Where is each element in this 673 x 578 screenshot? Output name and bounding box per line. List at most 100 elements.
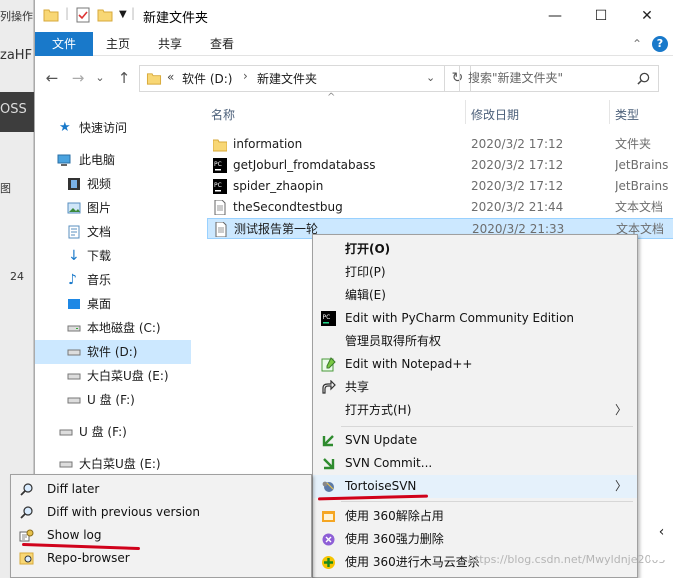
column-header-date[interactable]: 修改日期 — [471, 106, 519, 123]
help-icon[interactable]: ? — [652, 36, 668, 52]
usb-drive-icon — [59, 461, 73, 468]
file-type: 文件夹 — [615, 137, 652, 151]
menu-item-360-force-delete[interactable]: 使用 360强力删除 — [313, 528, 637, 551]
file-type: JetBrains — [615, 179, 669, 193]
bg-fragment: zaHF — [0, 48, 33, 63]
nav-label: 此电脑 — [79, 153, 116, 167]
submenu-item-diff-previous[interactable]: Diff with previous version — [11, 501, 311, 524]
pycharm-icon: PC — [321, 311, 336, 326]
usb-drive-icon — [59, 429, 73, 436]
menu-label: 打开方式(H) — [345, 403, 412, 417]
nav-desktop[interactable]: 桌面 — [35, 292, 191, 316]
menu-label: 打印(P) — [345, 265, 386, 279]
submenu-item-diff-later[interactable]: Diff later — [11, 478, 311, 501]
file-date: 2020/3/2 17:12 — [471, 137, 564, 151]
search-icon — [637, 72, 650, 85]
maximize-button[interactable]: ☐ — [578, 0, 624, 32]
nav-pictures[interactable]: 图片 — [35, 196, 191, 220]
menu-label: 管理员取得所有权 — [345, 334, 442, 348]
breadcrumb-drive[interactable]: 软件 (D:) — [182, 70, 232, 87]
breadcrumb-separator-icon: › — [243, 69, 248, 83]
menu-item-print[interactable]: 打印(P) — [313, 261, 637, 284]
minimize-button[interactable]: — — [532, 0, 578, 32]
collapse-panel-handle[interactable]: ‹ — [650, 505, 673, 560]
computer-icon — [57, 154, 71, 166]
file-date: 2020/3/2 17:12 — [471, 179, 564, 193]
menu-item-open-with[interactable]: 打开方式(H) 〉 — [313, 399, 637, 422]
nav-downloads[interactable]: ↓ 下载 — [35, 244, 191, 268]
nav-quick-access[interactable]: ★ 快速访问 — [35, 116, 191, 140]
menu-item-360-unlock[interactable]: 使用 360解除占用 — [313, 505, 637, 528]
column-header-name[interactable]: 名称 — [211, 106, 235, 123]
bg-fragment: 24 — [10, 270, 24, 283]
customize-quick-access-icon[interactable]: ▼ — [119, 9, 127, 20]
nav-this-pc[interactable]: 此电脑 — [35, 148, 191, 172]
close-button[interactable]: ✕ — [624, 0, 670, 32]
nav-documents[interactable]: 文档 — [35, 220, 191, 244]
nav-drive-f[interactable]: U 盘 (F:) — [35, 388, 191, 412]
menu-item-svn-commit[interactable]: SVN Commit... — [313, 452, 637, 475]
collapse-ribbon-icon[interactable]: ⌃ — [629, 32, 645, 56]
notepadpp-icon — [321, 357, 336, 372]
file-name: spider_zhaopin — [233, 179, 324, 193]
title-bar: | ▼ | 新建文件夹 — ☐ ✕ — [35, 0, 673, 32]
address-bar[interactable]: « 软件 (D:) › 新建文件夹 ⌄ — [139, 65, 445, 92]
menu-item-edit[interactable]: 编辑(E) — [313, 284, 637, 307]
file-row[interactable]: information 2020/3/2 17:12 文件夹 — [207, 134, 673, 155]
breadcrumb-folder[interactable]: 新建文件夹 — [257, 70, 317, 87]
recent-locations-dropdown[interactable]: ⌄ — [91, 69, 109, 87]
menu-label: Diff with previous version — [47, 505, 200, 519]
nav-drive-e[interactable]: 大白菜U盘 (E:) — [35, 364, 191, 388]
tab-view[interactable]: 查看 — [199, 32, 245, 56]
text-file-icon — [215, 222, 227, 237]
nav-label: 快速访问 — [79, 121, 128, 135]
nav-drive-f-root[interactable]: U 盘 (F:) — [35, 420, 191, 444]
up-button[interactable]: ↑ — [115, 69, 133, 87]
usb-drive-icon — [67, 373, 81, 380]
nav-drive-e-root[interactable]: 大白菜U盘 (E:) — [35, 452, 191, 476]
menu-label: Edit with Notepad++ — [345, 357, 473, 371]
menu-separator — [341, 426, 633, 427]
address-dropdown-icon[interactable]: ⌄ — [426, 71, 435, 84]
folder-icon — [43, 9, 59, 22]
forward-button[interactable]: → — [69, 69, 87, 87]
file-type: JetBrains — [615, 158, 669, 172]
nav-music[interactable]: ♪ 音乐 — [35, 268, 191, 292]
context-menu: 打开(O) 打印(P) 编辑(E) PC Edit with PyCharm C… — [312, 234, 638, 578]
search-input[interactable]: 搜索"新建文件夹" — [459, 65, 659, 92]
new-folder-icon[interactable] — [97, 7, 113, 23]
submenu-item-repo-browser[interactable]: Repo-browser — [11, 547, 311, 570]
nav-label: 大白菜U盘 (E:) — [79, 457, 161, 471]
nav-drive-d[interactable]: 软件 (D:) — [35, 340, 191, 364]
nav-videos[interactable]: 视频 — [35, 172, 191, 196]
menu-item-notepadpp[interactable]: Edit with Notepad++ — [313, 353, 637, 376]
breadcrumb-overflow[interactable]: « — [167, 70, 174, 84]
menu-item-open[interactable]: 打开(O) — [313, 238, 637, 261]
column-header-type[interactable]: 类型 — [615, 106, 639, 123]
nav-label: 大白菜U盘 (E:) — [87, 369, 169, 383]
file-name: theSecondtestbug — [233, 200, 343, 214]
menu-label: 使用 360解除占用 — [345, 509, 444, 523]
tab-home[interactable]: 主页 — [95, 32, 141, 56]
file-row[interactable]: theSecondtestbug 2020/3/2 21:44 文本文档 — [207, 197, 673, 218]
nav-drive-c[interactable]: 本地磁盘 (C:) — [35, 316, 191, 340]
menu-item-tortoisesvn[interactable]: TortoiseSVN 〉 — [313, 475, 637, 498]
nav-label: U 盘 (F:) — [79, 425, 127, 439]
file-row[interactable]: PC getJoburl_fromdatabass 2020/3/2 17:12… — [207, 155, 673, 176]
file-name: information — [233, 137, 303, 151]
magnifier-icon — [20, 483, 33, 496]
back-button[interactable]: ← — [43, 69, 61, 87]
properties-icon[interactable] — [75, 7, 91, 23]
360-delete-icon — [322, 533, 335, 546]
menu-item-edit-pycharm[interactable]: PC Edit with PyCharm Community Edition — [313, 307, 637, 330]
file-row[interactable]: PC spider_zhaopin 2020/3/2 17:12 JetBrai… — [207, 176, 673, 197]
menu-item-svn-update[interactable]: SVN Update — [313, 429, 637, 452]
submenu-arrow-icon: 〉 — [614, 403, 627, 417]
menu-item-take-ownership[interactable]: 管理员取得所有权 — [313, 330, 637, 353]
tab-file[interactable]: 文件 — [35, 32, 93, 56]
tab-share[interactable]: 共享 — [147, 32, 193, 56]
ribbon-tabs: 文件 主页 共享 查看 ⌃ ? — [35, 32, 673, 56]
tortoisesvn-icon — [322, 481, 334, 492]
menu-item-share[interactable]: 共享 — [313, 376, 637, 399]
file-name: getJoburl_fromdatabass — [233, 158, 376, 172]
